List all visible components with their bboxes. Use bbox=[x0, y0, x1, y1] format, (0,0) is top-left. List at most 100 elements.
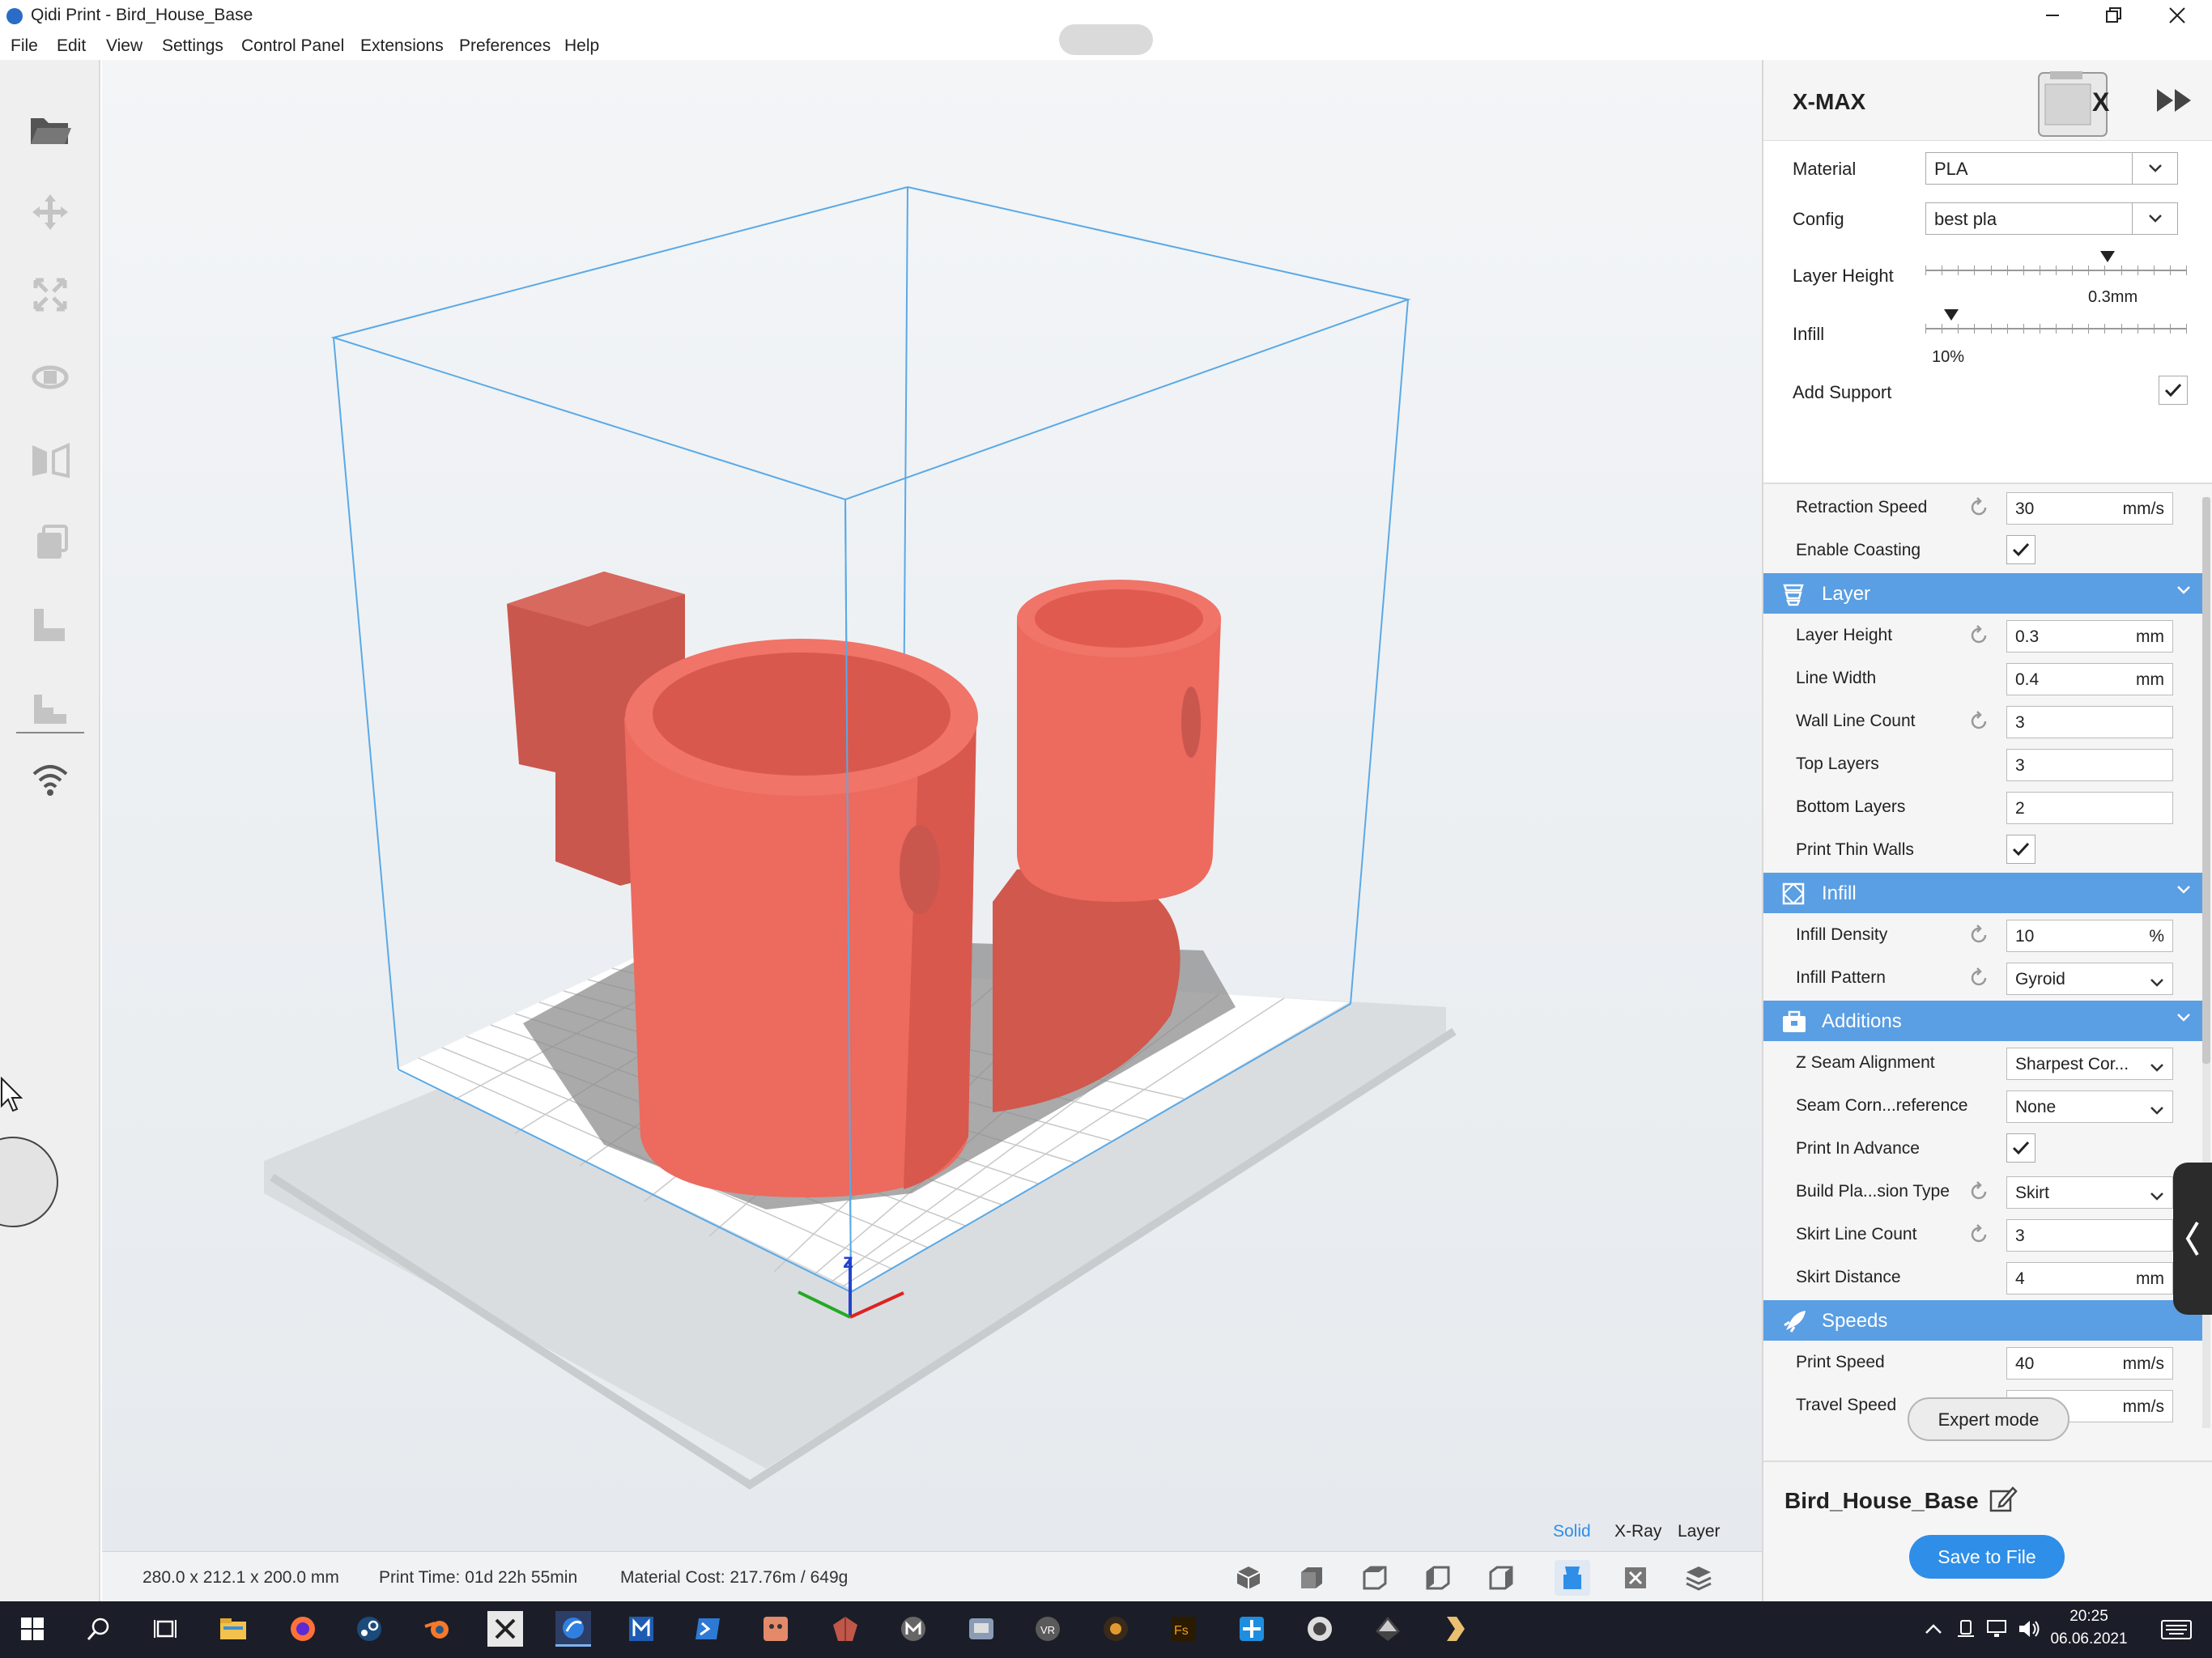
volume-icon[interactable] bbox=[2011, 1611, 2047, 1647]
arrow-app-icon[interactable] bbox=[1438, 1611, 1474, 1647]
layer-height-slider-thumb[interactable] bbox=[2100, 251, 2115, 262]
reset-icon[interactable] bbox=[1967, 710, 1990, 733]
ring-app-icon[interactable] bbox=[1302, 1611, 1338, 1647]
layer-height-input[interactable]: 0.3 mm bbox=[2006, 620, 2173, 653]
build-plate-select[interactable]: Skirt bbox=[2006, 1176, 2173, 1209]
firefox-icon[interactable] bbox=[285, 1611, 321, 1647]
app-x-icon[interactable] bbox=[487, 1611, 523, 1647]
fs-app-icon[interactable]: Fs bbox=[1166, 1611, 1202, 1647]
face-app-icon[interactable] bbox=[758, 1611, 793, 1647]
view-top-icon[interactable] bbox=[1357, 1560, 1393, 1596]
view-3d-icon[interactable] bbox=[1231, 1560, 1266, 1596]
menu-view[interactable]: View bbox=[106, 36, 143, 56]
search-icon[interactable] bbox=[81, 1611, 117, 1647]
rotate-icon[interactable] bbox=[21, 348, 79, 406]
menu-extensions[interactable]: Extensions bbox=[360, 36, 444, 56]
windows-start-icon[interactable] bbox=[15, 1611, 50, 1647]
m-app-icon[interactable] bbox=[895, 1611, 931, 1647]
view-mode-solid[interactable]: Solid bbox=[1553, 1522, 1591, 1541]
skirt-line-count-input[interactable]: 3 bbox=[2006, 1219, 2173, 1252]
mendeley-icon[interactable] bbox=[623, 1611, 659, 1647]
blender-icon[interactable] bbox=[419, 1611, 455, 1647]
minimize-button[interactable] bbox=[2024, 0, 2081, 31]
reset-icon[interactable] bbox=[1967, 496, 1990, 519]
support-blocker-icon[interactable] bbox=[21, 596, 79, 654]
taskbar-time[interactable]: 20:25 bbox=[2048, 1608, 2129, 1626]
settings-scrollbar-thumb[interactable] bbox=[2202, 497, 2210, 1064]
move-icon[interactable] bbox=[21, 183, 79, 241]
infill-pattern-select[interactable]: Gyroid bbox=[2006, 963, 2173, 995]
reset-icon[interactable] bbox=[1967, 1180, 1990, 1203]
category-layer[interactable]: Layer bbox=[1763, 573, 2202, 614]
multiply-icon[interactable] bbox=[21, 678, 79, 737]
view-mode-xray[interactable]: X-Ray bbox=[1614, 1522, 1661, 1541]
add-support-checkbox[interactable] bbox=[2159, 376, 2188, 405]
triangle-app-icon[interactable] bbox=[1370, 1611, 1406, 1647]
mirror-icon[interactable] bbox=[21, 431, 79, 489]
file-explorer-icon[interactable] bbox=[215, 1611, 251, 1647]
menu-help[interactable]: Help bbox=[564, 36, 599, 56]
close-button[interactable] bbox=[2149, 0, 2206, 31]
menu-settings[interactable]: Settings bbox=[162, 36, 223, 56]
expert-mode-button[interactable]: Expert mode bbox=[1908, 1397, 2069, 1441]
menu-preferences[interactable]: Preferences bbox=[459, 36, 551, 56]
view-solid-icon[interactable] bbox=[1555, 1560, 1590, 1596]
bottom-layers-input[interactable]: 2 bbox=[2006, 792, 2173, 824]
retraction-speed-input[interactable]: 30 mm/s bbox=[2006, 492, 2173, 525]
taskbar-date[interactable]: 06.06.2021 bbox=[2048, 1630, 2129, 1648]
scale-icon[interactable] bbox=[21, 266, 79, 324]
print-thin-walls-checkbox[interactable] bbox=[2006, 835, 2035, 864]
material-select[interactable]: PLA bbox=[1925, 152, 2178, 185]
category-additions[interactable]: Additions bbox=[1763, 1001, 2202, 1041]
wall-line-count-input[interactable]: 3 bbox=[2006, 706, 2173, 738]
view-xray-icon[interactable] bbox=[1618, 1560, 1653, 1596]
seam-corner-select[interactable]: None bbox=[2006, 1090, 2173, 1123]
layer-height-slider[interactable] bbox=[1925, 251, 2187, 278]
view-right-icon[interactable] bbox=[1483, 1560, 1519, 1596]
view-layer-icon[interactable] bbox=[1681, 1560, 1716, 1596]
open-folder-icon[interactable] bbox=[21, 100, 79, 159]
menu-file[interactable]: File bbox=[11, 36, 38, 56]
sun-app-icon[interactable] bbox=[1098, 1611, 1134, 1647]
side-drawer-tab[interactable] bbox=[2173, 1163, 2212, 1315]
reset-icon[interactable] bbox=[1967, 924, 1990, 946]
tray-chevron-up-icon[interactable] bbox=[1916, 1611, 1951, 1647]
config-select[interactable]: best pla bbox=[1925, 202, 2178, 235]
printer-thumbnail-icon[interactable]: X bbox=[2032, 66, 2113, 139]
per-model-settings-icon[interactable] bbox=[21, 513, 79, 572]
powershell-icon[interactable] bbox=[690, 1611, 725, 1647]
view-front-icon[interactable] bbox=[1294, 1560, 1329, 1596]
network-icon[interactable] bbox=[1979, 1611, 2014, 1647]
reset-icon[interactable] bbox=[1967, 624, 1990, 647]
vr-app-icon[interactable]: VR bbox=[1030, 1611, 1066, 1647]
task-view-icon[interactable] bbox=[147, 1611, 183, 1647]
infill-slider[interactable] bbox=[1925, 309, 2187, 337]
view-mode-layer[interactable]: Layer bbox=[1678, 1522, 1721, 1541]
z-seam-select[interactable]: Sharpest Cor... bbox=[2006, 1048, 2173, 1080]
qidi-print-icon[interactable] bbox=[555, 1611, 591, 1647]
wifi-icon[interactable] bbox=[21, 751, 79, 810]
plus-app-icon[interactable] bbox=[1234, 1611, 1270, 1647]
save-to-file-button[interactable]: Save to File bbox=[1909, 1535, 2065, 1579]
line-width-input[interactable]: 0.4 mm bbox=[2006, 663, 2173, 695]
print-speed-input[interactable]: 40 mm/s bbox=[2006, 1347, 2173, 1380]
infill-slider-thumb[interactable] bbox=[1944, 309, 1959, 321]
enable-coasting-checkbox[interactable] bbox=[2006, 535, 2035, 564]
reset-icon[interactable] bbox=[1967, 1223, 1990, 1246]
skirt-distance-input[interactable]: 4 mm bbox=[2006, 1262, 2173, 1295]
steam-icon[interactable] bbox=[351, 1611, 387, 1647]
infill-density-input[interactable]: 10% bbox=[2006, 920, 2173, 952]
print-in-advance-checkbox[interactable] bbox=[2006, 1133, 2035, 1163]
gem-app-icon[interactable] bbox=[827, 1611, 863, 1647]
3d-viewport[interactable]: z bbox=[102, 60, 1762, 1551]
restore-button[interactable] bbox=[2086, 0, 2142, 31]
edit-icon[interactable] bbox=[1989, 1485, 2018, 1514]
top-layers-input[interactable]: 3 bbox=[2006, 749, 2173, 781]
keyboard-icon[interactable] bbox=[2159, 1611, 2194, 1647]
menu-edit[interactable]: Edit bbox=[57, 36, 86, 56]
reset-icon[interactable] bbox=[1967, 967, 1990, 989]
game-app-icon[interactable] bbox=[963, 1611, 999, 1647]
menu-control-panel[interactable]: Control Panel bbox=[241, 36, 344, 56]
category-speeds[interactable]: Speeds bbox=[1763, 1300, 2202, 1341]
category-infill[interactable]: Infill bbox=[1763, 873, 2202, 913]
